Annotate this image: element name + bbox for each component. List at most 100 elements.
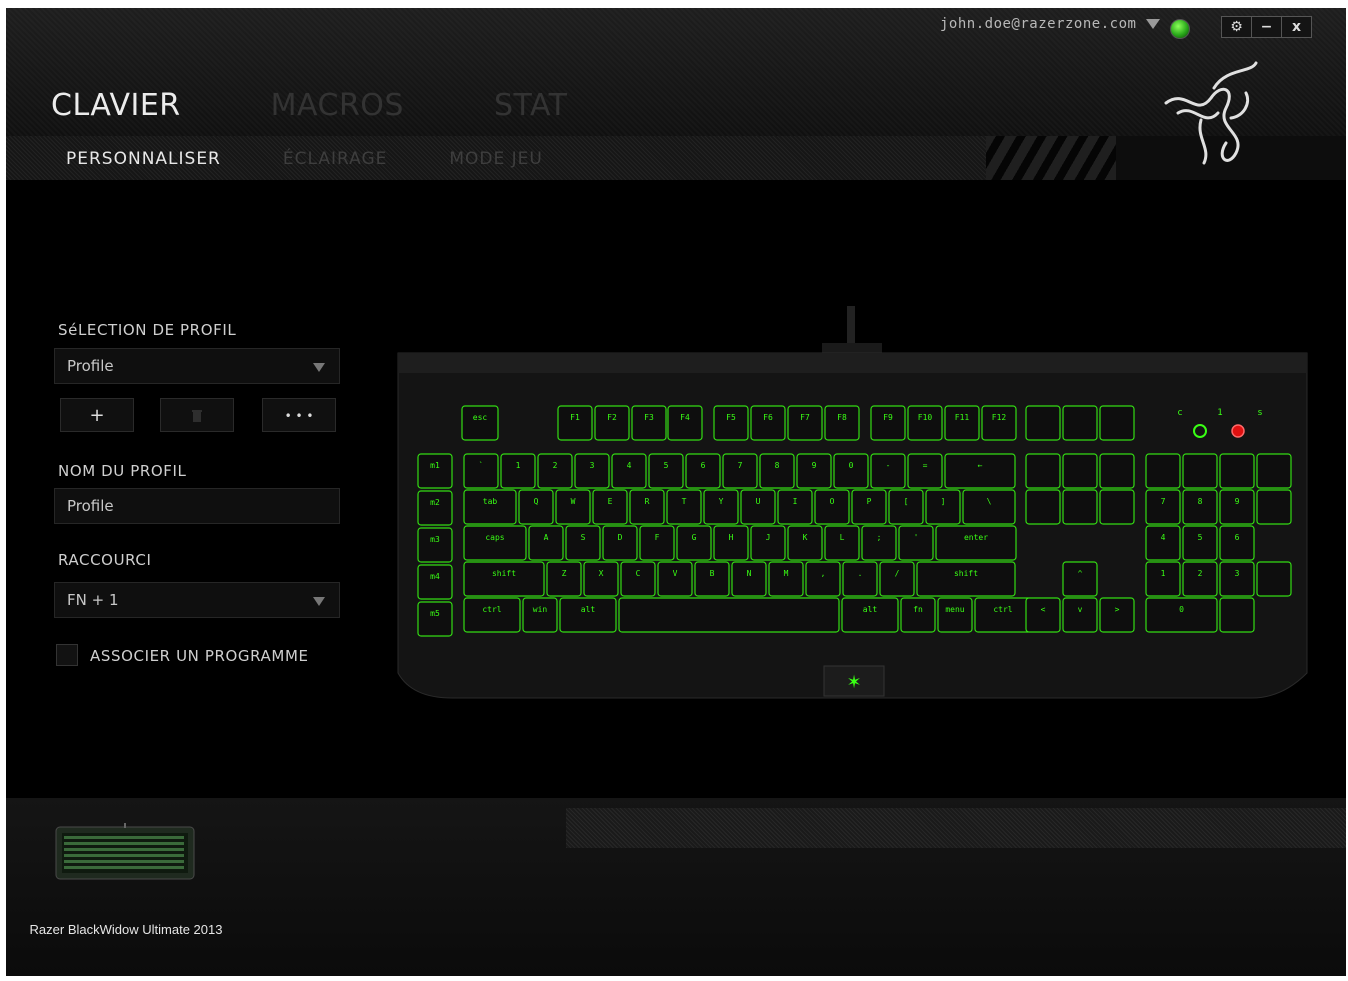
row1-sym13-key[interactable] [962, 489, 1016, 525]
np-minus-key[interactable] [1256, 453, 1292, 489]
row0-010-key[interactable] [833, 453, 869, 489]
tab-clavier[interactable]: CLAVIER [51, 88, 181, 123]
device-thumbnail[interactable] [54, 823, 196, 885]
numpad-dot-key[interactable] [1219, 597, 1255, 633]
row0-55-key[interactable] [648, 453, 684, 489]
account-email[interactable]: john.doe@razerzone.com [940, 16, 1136, 32]
row3-sym10-key[interactable] [879, 561, 915, 597]
arrow-down-key[interactable] [1062, 597, 1098, 633]
close-button[interactable]: x [1282, 17, 1311, 37]
numpad-9-key[interactable] [1219, 489, 1255, 525]
fn-F4-key[interactable] [667, 405, 703, 441]
row1-R4-key[interactable] [629, 489, 665, 525]
row0-33-key[interactable] [574, 453, 610, 489]
row4-alt4-key[interactable] [841, 597, 899, 633]
numpad-0-key[interactable] [1145, 597, 1218, 633]
macro-m3-key[interactable] [417, 527, 453, 563]
row2-sym10-key[interactable] [861, 525, 897, 561]
row4-fn5-key[interactable] [900, 597, 936, 633]
fn-esc-key[interactable] [461, 405, 499, 441]
row3-sym8-key[interactable] [805, 561, 841, 597]
row1-U7-key[interactable] [740, 489, 776, 525]
arrow-right-key[interactable] [1099, 597, 1135, 633]
row0-11-key[interactable] [500, 453, 536, 489]
row2-J7-key[interactable] [750, 525, 786, 561]
add-profile-button[interactable]: + [60, 398, 134, 432]
row3-B5-key[interactable] [694, 561, 730, 597]
row2-enter12-key[interactable] [935, 525, 1017, 561]
row3-Z1-key[interactable] [546, 561, 582, 597]
fn-F12-key[interactable] [981, 405, 1017, 441]
row2-caps0-key[interactable] [463, 525, 527, 561]
numpad-8-key[interactable] [1182, 489, 1218, 525]
profile-dropdown[interactable]: Profile [54, 348, 340, 384]
numpad-3-key[interactable] [1219, 561, 1255, 597]
numpad-1-key[interactable] [1145, 561, 1181, 597]
account-dropdown-icon[interactable] [1146, 19, 1160, 29]
tab-stat[interactable]: STAT [494, 88, 568, 123]
row4-alt2-key[interactable] [559, 597, 617, 633]
row4-ctrl7-key[interactable] [974, 597, 1032, 633]
row1-T5-key[interactable] [666, 489, 702, 525]
row2-H6-key[interactable] [713, 525, 749, 561]
row0-sym12-key[interactable] [907, 453, 943, 489]
row3-shift11-key[interactable] [916, 561, 1016, 597]
fn-F6-key[interactable] [750, 405, 786, 441]
row3-V4-key[interactable] [657, 561, 693, 597]
row4-menu6-key[interactable] [937, 597, 973, 633]
numpad-4-key[interactable] [1145, 525, 1181, 561]
row4-ctrl0-key[interactable] [463, 597, 521, 633]
numpad-7-key[interactable] [1145, 489, 1181, 525]
row0-99-key[interactable] [796, 453, 832, 489]
media-1-key[interactable] [1062, 405, 1098, 441]
macro-m1-key[interactable] [417, 453, 453, 489]
row0-66-key[interactable] [685, 453, 721, 489]
row4-win1-key[interactable] [522, 597, 558, 633]
row1-Q1-key[interactable] [518, 489, 554, 525]
fn-F3-key[interactable] [631, 405, 667, 441]
row1-P10-key[interactable] [851, 489, 887, 525]
numpad-plus-key[interactable] [1256, 489, 1292, 525]
tab-mode-jeu[interactable]: MODE JEU [449, 149, 542, 169]
numpad-6-key[interactable] [1219, 525, 1255, 561]
nav-3-key[interactable] [1025, 489, 1061, 525]
fn-F7-key[interactable] [787, 405, 823, 441]
arrow-up-key[interactable] [1062, 561, 1098, 597]
minimize-button[interactable]: − [1252, 17, 1282, 37]
fn-F1-key[interactable] [557, 405, 593, 441]
nav-2-key[interactable] [1099, 453, 1135, 489]
numpad-2-key[interactable] [1182, 561, 1218, 597]
nav-0-key[interactable] [1025, 453, 1061, 489]
numpad-5-key[interactable] [1182, 525, 1218, 561]
row2-A1-key[interactable] [528, 525, 564, 561]
macro-m2-key[interactable] [417, 490, 453, 526]
row2-L9-key[interactable] [824, 525, 860, 561]
row1-Y6-key[interactable] [703, 489, 739, 525]
row0-sym0-key[interactable] [463, 453, 499, 489]
macro-m5-key[interactable] [417, 601, 453, 637]
row0-22-key[interactable] [537, 453, 573, 489]
settings-button[interactable]: ⚙ [1222, 17, 1252, 37]
row3-M7-key[interactable] [768, 561, 804, 597]
np-mul-key[interactable] [1219, 453, 1255, 489]
delete-profile-button[interactable] [160, 398, 234, 432]
row0-sym11-key[interactable] [870, 453, 906, 489]
row0-88-key[interactable] [759, 453, 795, 489]
tab-eclairage[interactable]: ÉCLAIRAGE [283, 149, 387, 169]
row3-sym9-key[interactable] [842, 561, 878, 597]
shortcut-dropdown[interactable]: FN + 1 [54, 582, 340, 618]
more-options-button[interactable]: • • • [262, 398, 336, 432]
macro-m4-key[interactable] [417, 564, 453, 600]
row1-sym12-key[interactable] [925, 489, 961, 525]
row2-K8-key[interactable] [787, 525, 823, 561]
row1-tab0-key[interactable] [463, 489, 517, 525]
row0-44-key[interactable] [611, 453, 647, 489]
nav-4-key[interactable] [1062, 489, 1098, 525]
row2-sym11-key[interactable] [898, 525, 934, 561]
row2-S2-key[interactable] [565, 525, 601, 561]
row3-shift0-key[interactable] [463, 561, 545, 597]
row0-sym13-key[interactable] [944, 453, 1016, 489]
fn-F10-key[interactable] [907, 405, 943, 441]
profile-name-input[interactable]: Profile [54, 488, 340, 524]
nav-1-key[interactable] [1062, 453, 1098, 489]
